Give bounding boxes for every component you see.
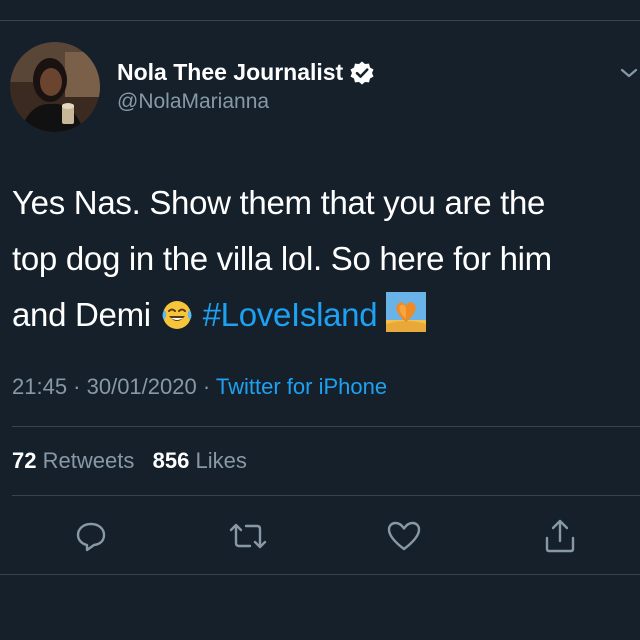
verified-badge-icon bbox=[349, 60, 375, 86]
share-icon[interactable] bbox=[540, 516, 580, 556]
retweets-count[interactable]: 72 bbox=[12, 448, 36, 473]
profile-photo-icon bbox=[10, 42, 100, 132]
author-name-row: Nola Thee Journalist bbox=[117, 59, 375, 86]
divider bbox=[12, 495, 640, 496]
display-name[interactable]: Nola Thee Journalist bbox=[117, 59, 343, 86]
bottom-divider bbox=[0, 574, 640, 575]
divider bbox=[12, 426, 640, 427]
retweets-label[interactable]: Retweets bbox=[43, 448, 135, 473]
author-handle[interactable]: @NolaMarianna bbox=[117, 90, 269, 114]
likes-count[interactable]: 856 bbox=[153, 448, 190, 473]
hashtag-link[interactable]: #LoveIsland bbox=[203, 296, 378, 333]
tweet-metadata: 21:45 · 30/01/2020 · Twitter for iPhone bbox=[12, 374, 387, 400]
tweet-text-line-3-prefix: and Demi bbox=[12, 296, 151, 333]
action-bar bbox=[0, 516, 640, 560]
timestamp: 21:45 · 30/01/2020 bbox=[12, 374, 197, 399]
top-divider bbox=[0, 20, 640, 21]
like-icon[interactable] bbox=[384, 516, 424, 556]
avatar[interactable] bbox=[10, 42, 100, 132]
engagement-stats: 72 Retweets 856 Likes bbox=[12, 448, 247, 474]
tweet-detail-view: Nola Thee Journalist @NolaMarianna Yes N… bbox=[0, 0, 640, 640]
retweet-icon[interactable] bbox=[228, 516, 268, 556]
chevron-down-icon[interactable] bbox=[618, 62, 640, 84]
reply-icon[interactable] bbox=[71, 516, 111, 556]
tweet-text-line-1: Yes Nas. Show them that you are the bbox=[12, 184, 546, 221]
source-link[interactable]: Twitter for iPhone bbox=[216, 374, 387, 399]
meta-separator: · bbox=[202, 374, 211, 399]
likes-label[interactable]: Likes bbox=[196, 448, 247, 473]
tweet-text-line-2: top dog in the villa lol. So here for hi… bbox=[12, 240, 552, 277]
love-island-heart-icon bbox=[386, 292, 427, 349]
tweet-text: Yes Nas. Show them that you are the top … bbox=[12, 175, 632, 349]
tweet-text-line-3: and Demi #LoveIsland bbox=[12, 287, 632, 349]
face-with-tears-of-joy-icon bbox=[160, 293, 194, 349]
